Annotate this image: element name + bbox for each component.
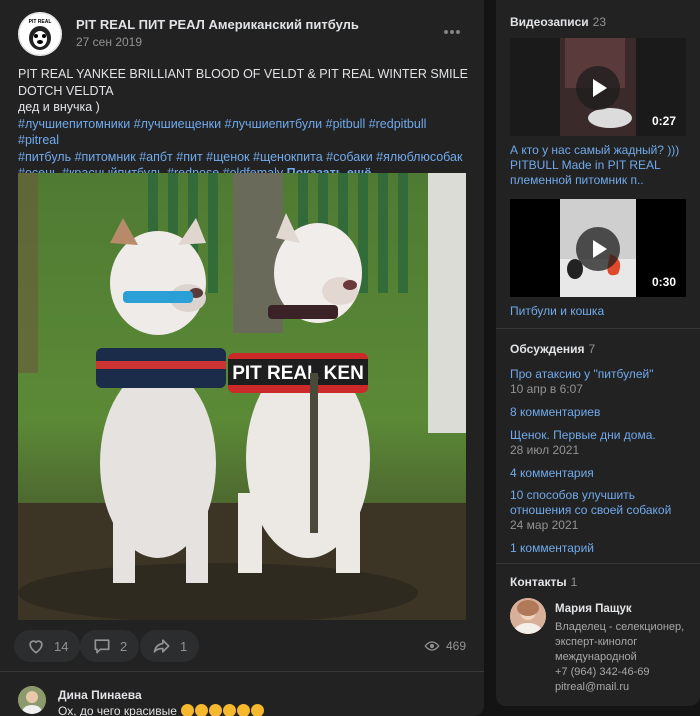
post-actions: 14 2 1 469 xyxy=(14,630,470,662)
discussion-item: Щенок. Первые дни дома. 28 июл 2021 4 ко… xyxy=(510,428,690,481)
comment-count: 2 xyxy=(120,638,128,654)
share-count: 1 xyxy=(180,638,188,654)
discussions-title: Обсуждения xyxy=(510,342,585,356)
play-icon[interactable] xyxy=(576,66,620,110)
video-thumbnail[interactable]: 0:27 xyxy=(510,38,686,136)
contact-name[interactable]: Мария Пащук xyxy=(555,603,632,615)
video-duration: 0:30 xyxy=(651,275,676,289)
heart-icon xyxy=(29,640,43,654)
contact-phone: +7 (964) 342-46-69 xyxy=(555,666,650,678)
discussion-comments-link[interactable]: 8 комментариев xyxy=(510,405,690,420)
share-button[interactable]: 1 xyxy=(140,630,200,662)
post-subtitle-line: дед и внучка ) xyxy=(18,100,100,114)
like-count: 14 xyxy=(54,638,69,654)
contacts-section-title[interactable]: Контакты 1 xyxy=(510,575,577,589)
heart-eyes-emoji-icon xyxy=(209,704,223,716)
comment-body: Ох, до чего красивые xyxy=(58,704,177,716)
discussions-section-title[interactable]: Обсуждения 7 xyxy=(510,342,595,356)
discussion-date: 10 апр в 6:07 xyxy=(510,382,583,396)
discussion-comments-link[interactable]: 1 комментарий xyxy=(510,541,690,556)
discussion-date: 28 июл 2021 xyxy=(510,443,580,457)
like-button[interactable]: 14 xyxy=(14,630,81,662)
contact-email[interactable]: pitreal@mail.ru xyxy=(555,680,690,695)
discussions-count: 7 xyxy=(588,342,596,356)
comment-button[interactable]: 2 xyxy=(80,630,140,662)
discussion-item: 10 способов улучшить отношения со своей … xyxy=(510,488,690,556)
smile-emoji-icon xyxy=(223,704,237,716)
discussion-title[interactable]: Про атаксию у "питбулей" xyxy=(510,367,690,382)
contact-avatar[interactable] xyxy=(510,598,546,634)
discussion-date: 24 мар 2021 xyxy=(510,518,579,532)
post-title-line: PIT REAL YANKEE BRILLIANT BLOOD OF VELDT… xyxy=(18,67,468,98)
post-author[interactable]: PIT REAL ПИТ РЕАЛ Американский питбуль xyxy=(76,17,359,32)
videos-title: Видеозаписи xyxy=(510,15,589,29)
video-thumbnail[interactable]: 0:30 xyxy=(510,199,686,297)
discussion-comments-link[interactable]: 4 комментария xyxy=(510,466,690,481)
views-count: 469 xyxy=(445,639,466,653)
right-sidebar: Видеозаписи 23 0:27 А кто у нас самый жад… xyxy=(496,0,700,706)
post-tags-line[interactable]: #лучшиепитомники #лучшиещенки #лучшиепит… xyxy=(18,116,468,149)
discussion-title[interactable]: Щенок. Первые дни дома. xyxy=(510,428,690,443)
contact-role: Владелец - селекционер, эксперт-кинолог … xyxy=(555,621,685,663)
videos-section-title[interactable]: Видеозаписи 23 xyxy=(510,15,606,29)
discussion-title[interactable]: 10 способов улучшить отношения со своей … xyxy=(510,488,690,518)
heart-eyes-emoji-icon xyxy=(195,704,209,716)
comment-author[interactable]: Дина Пинаева xyxy=(58,688,142,702)
avatar-logo-text: PIT REAL xyxy=(29,19,52,25)
smile-emoji-icon xyxy=(237,704,251,716)
views-counter: 469 xyxy=(424,638,466,654)
smile-emoji-icon xyxy=(251,704,265,716)
post-tags-line[interactable]: #питбуль #питомник #апбт #пит #щенок #ще… xyxy=(18,149,468,166)
videos-count: 23 xyxy=(592,15,607,29)
post-card: PIT REAL PIT REAL ПИТ РЕАЛ Американский … xyxy=(0,0,484,716)
contact-info: Владелец - селекционер, эксперт-кинолог … xyxy=(555,620,690,695)
contacts-title: Контакты xyxy=(510,575,567,589)
comment-icon xyxy=(94,639,110,654)
commenter-avatar[interactable] xyxy=(18,686,46,714)
post-text: PIT REAL YANKEE BRILLIANT BLOOD OF VELDT… xyxy=(18,66,468,182)
post-header: PIT REAL PIT REAL ПИТ РЕАЛ Американский … xyxy=(18,12,466,56)
divider xyxy=(496,328,700,329)
more-options-icon[interactable] xyxy=(444,22,464,34)
post-date[interactable]: 27 сен 2019 xyxy=(76,35,142,49)
contacts-count: 1 xyxy=(570,575,578,589)
video-title-link[interactable]: А кто у нас самый жадный? ))) PITBULL Ma… xyxy=(510,143,690,188)
video-duration: 0:27 xyxy=(651,114,676,128)
play-icon[interactable] xyxy=(576,227,620,271)
community-avatar[interactable]: PIT REAL xyxy=(18,12,62,56)
divider xyxy=(0,671,484,672)
discussion-item: Про атаксию у "питбулей" 10 апр в 6:07 8… xyxy=(510,367,690,420)
post-photo[interactable]: PIT REAL KEN xyxy=(18,173,466,620)
divider xyxy=(496,563,700,564)
video-title-link[interactable]: Питбули и кошка xyxy=(510,304,690,319)
eye-icon xyxy=(424,641,440,651)
share-icon xyxy=(153,639,170,653)
comment-text: Ох, до чего красивые xyxy=(58,704,265,716)
harness-text: PIT REAL KEN xyxy=(232,363,364,384)
heart-eyes-emoji-icon xyxy=(181,704,195,716)
comment-item: Дина Пинаева Ох, до чего красивые xyxy=(18,686,468,716)
